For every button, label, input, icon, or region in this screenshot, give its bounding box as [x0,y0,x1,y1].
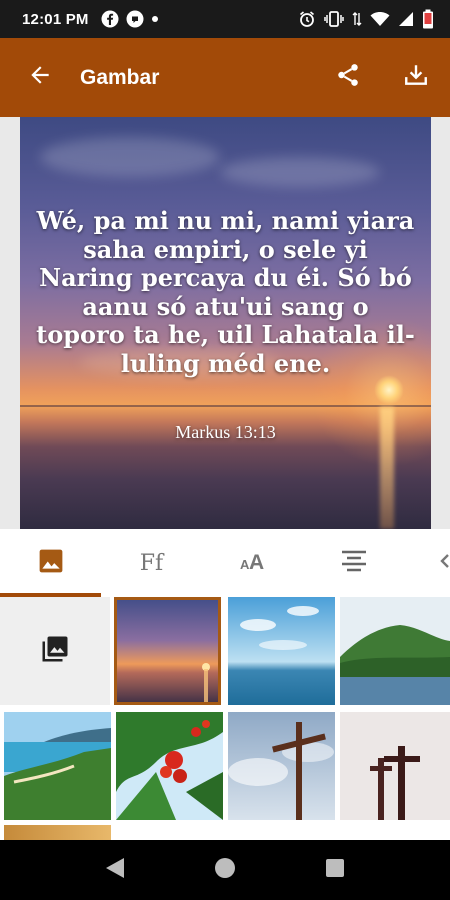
arrow-back-icon [27,62,53,93]
tab-font[interactable]: Ff [101,529,202,597]
photo-library-icon [40,634,70,669]
app-bar: Gambar [0,38,450,117]
status-time: 12:01 PM [22,10,89,28]
bg-thumb-partial[interactable] [4,825,111,840]
system-nav-bar [0,840,450,900]
sun [374,375,404,405]
back-triangle-icon[interactable] [104,856,126,885]
download-button[interactable] [382,38,450,117]
bg-thumb-blue-sea-sky[interactable] [228,597,335,705]
share-button[interactable] [314,38,382,117]
tab-alignment[interactable] [303,529,404,597]
status-right-icons [298,9,434,29]
font-family-icon: Ff [139,550,164,576]
page-title: Gambar [80,65,160,89]
home-circle-icon[interactable] [213,856,237,885]
bg-thumb-red-flowers-tree[interactable] [116,712,223,820]
align-center-icon [340,549,368,578]
svg-text:A: A [249,551,264,573]
bg-thumb-coastline[interactable] [4,712,111,820]
facebook-icon [101,10,119,28]
crosses-silhouette-thumbnail [340,712,450,820]
more-tab-icon [440,549,450,578]
alarm-icon [298,10,316,28]
tab-text-size[interactable]: AA [202,529,303,597]
share-icon [335,62,361,93]
pick-from-gallery-button[interactable] [0,597,110,705]
recents-square-icon[interactable] [324,857,346,884]
verse-text: Wé, pa mi nu mi, nami yiara saha empiri,… [36,206,415,378]
bg-thumb-sunset-sea[interactable] [114,597,221,705]
coastline-thumbnail [4,712,111,820]
preview-area: Wé, pa mi nu mi, nami yiara saha empiri,… [0,117,450,529]
wifi-icon [370,11,390,27]
horizon [20,405,431,407]
signal-messenger-icon [126,10,144,28]
battery-icon [422,9,434,29]
text-size-icon: AA [238,549,268,578]
verse-image-preview[interactable]: Wé, pa mi nu mi, nami yiara saha empiri,… [20,117,431,529]
cross-sky-thumbnail [228,712,335,820]
image-icon [38,548,64,579]
dot-icon [151,15,159,23]
status-bar: 12:01 PM [0,0,450,38]
cloud [220,157,380,187]
red-flowers-thumbnail [116,712,223,820]
data-arrows-icon [352,10,362,28]
bg-thumb-cross-sky[interactable] [228,712,335,820]
editor-tabs: Ff AA [0,529,450,597]
cloud [40,137,220,177]
blue-sea-thumbnail [228,597,335,705]
cell-signal-icon [398,11,414,27]
download-icon [403,62,429,93]
green-island-thumbnail [340,597,450,705]
vibrate-icon [324,10,344,28]
bg-thumb-crosses-silhouette[interactable] [340,712,450,820]
sunset-sea-thumbnail [114,597,221,705]
bg-thumb-green-island[interactable] [340,597,450,705]
background-image-grid [0,597,450,840]
app-bar-actions [314,38,450,117]
status-left-icons [101,10,159,28]
tab-background-image[interactable] [0,529,101,597]
back-button[interactable] [0,38,80,117]
tab-more[interactable] [404,529,450,597]
verse-reference: Markus 13:13 [175,422,276,442]
